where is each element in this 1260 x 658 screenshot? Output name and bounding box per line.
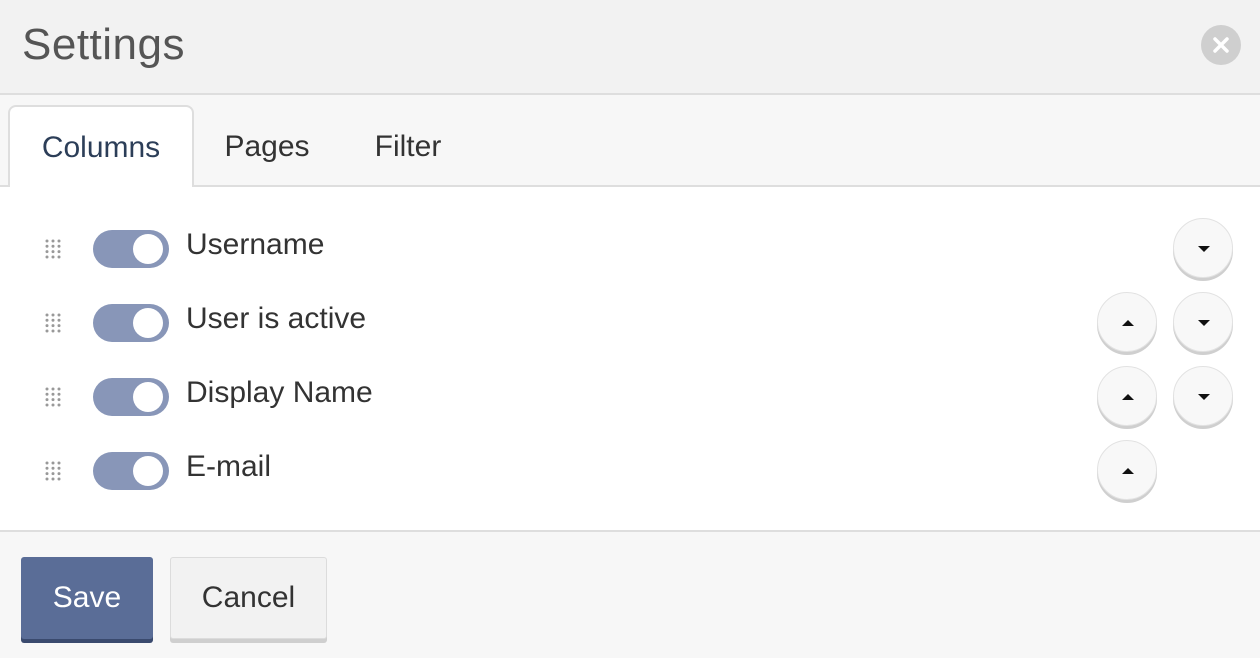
tab-bar: Columns Pages Filter	[0, 95, 1260, 189]
move-up-button[interactable]	[1097, 440, 1157, 500]
close-button[interactable]	[1201, 25, 1241, 65]
save-button[interactable]: Save	[21, 557, 153, 639]
move-down-button[interactable]	[1173, 366, 1233, 426]
caret-down-icon	[1198, 320, 1210, 326]
toggle-knob	[133, 456, 163, 486]
caret-up-icon	[1122, 320, 1134, 326]
move-up-button[interactable]	[1097, 292, 1157, 352]
column-visibility-toggle[interactable]	[93, 304, 169, 342]
column-row: Username	[0, 212, 1260, 286]
toggle-knob	[133, 234, 163, 264]
column-label: E-mail	[186, 450, 272, 483]
column-visibility-toggle[interactable]	[93, 452, 169, 490]
caret-up-icon	[1122, 394, 1134, 400]
column-label: User is active	[186, 302, 367, 335]
column-label: Display Name	[186, 376, 373, 409]
drag-handle-icon[interactable]	[44, 386, 62, 408]
move-down-button[interactable]	[1173, 292, 1233, 352]
toggle-knob	[133, 308, 163, 338]
column-visibility-toggle[interactable]	[93, 378, 169, 416]
tab-pages[interactable]: Pages	[200, 105, 334, 189]
move-down-button[interactable]	[1173, 218, 1233, 278]
caret-up-icon	[1122, 468, 1134, 474]
drag-handle-icon[interactable]	[44, 460, 62, 482]
column-row: Display Name	[0, 360, 1260, 434]
column-row: User is active	[0, 286, 1260, 360]
column-row: E-mail	[0, 434, 1260, 508]
caret-down-icon	[1198, 246, 1210, 252]
column-visibility-toggle[interactable]	[93, 230, 169, 268]
dialog-title: Settings	[22, 20, 185, 69]
tab-filter[interactable]: Filter	[340, 105, 476, 189]
close-icon	[1213, 37, 1229, 53]
settings-dialog: Settings Columns Pages Filter Username U…	[0, 0, 1260, 658]
drag-handle-icon[interactable]	[44, 238, 62, 260]
move-up-button[interactable]	[1097, 366, 1157, 426]
dialog-header: Settings	[0, 0, 1260, 95]
dialog-footer: Save Cancel	[0, 532, 1260, 658]
drag-handle-icon[interactable]	[44, 312, 62, 334]
caret-down-icon	[1198, 394, 1210, 400]
toggle-knob	[133, 382, 163, 412]
column-label: Username	[186, 228, 325, 261]
tab-columns[interactable]: Columns	[8, 105, 194, 189]
cancel-button[interactable]: Cancel	[170, 557, 327, 639]
columns-panel: Username User is active Display Name E-m…	[0, 187, 1260, 532]
